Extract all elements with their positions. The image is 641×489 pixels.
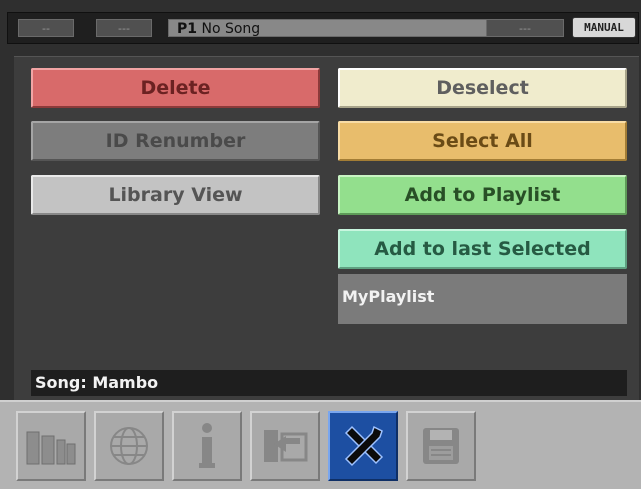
id-renumber-button[interactable]: ID Renumber [31, 121, 320, 161]
add-to-last-selected-button[interactable]: Add to last Selected [338, 229, 627, 269]
bottom-toolbar [0, 400, 641, 489]
tools-icon[interactable] [328, 411, 398, 481]
status-segment-1: -- [18, 19, 74, 37]
library-view-button[interactable]: Library View [31, 175, 320, 215]
playlist-selector[interactable]: MyPlaylist [338, 274, 627, 324]
app-window: -- --- P1 No Song --- MANUAL Delete ID R… [0, 0, 641, 489]
song-title: No Song [201, 21, 261, 37]
status-segment-3: --- [486, 19, 564, 37]
import-icon[interactable] [250, 411, 320, 481]
select-all-button[interactable]: Select All [338, 121, 627, 161]
deselect-button[interactable]: Deselect [338, 68, 627, 108]
player-status-bar: -- --- P1 No Song --- MANUAL [7, 12, 639, 44]
delete-button[interactable]: Delete [31, 68, 320, 108]
add-to-playlist-button[interactable]: Add to Playlist [338, 175, 627, 215]
save-icon[interactable] [406, 411, 476, 481]
globe-icon[interactable] [94, 411, 164, 481]
selected-song-label: Song: Mambo [31, 370, 627, 396]
library-icon[interactable] [16, 411, 86, 481]
manual-mode-button[interactable]: MANUAL [572, 17, 636, 38]
player-label: P1 [177, 21, 198, 37]
status-segment-2: --- [96, 19, 152, 37]
info-icon[interactable] [172, 411, 242, 481]
now-playing: P1 No Song [168, 19, 488, 37]
